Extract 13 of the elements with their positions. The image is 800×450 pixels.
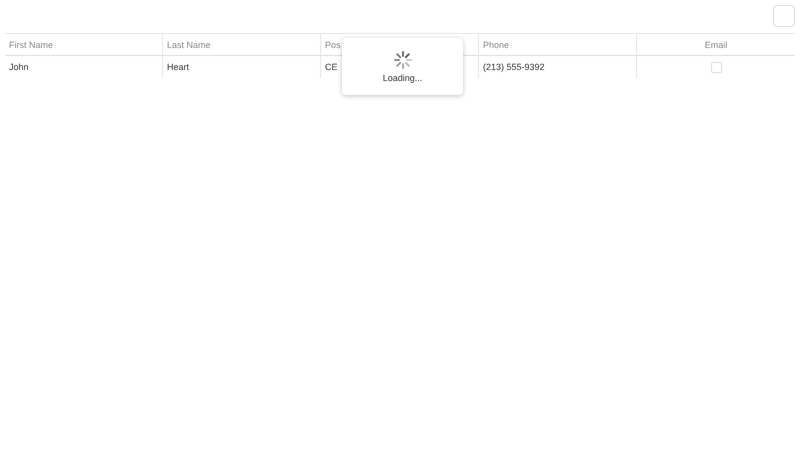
column-header: Email [704, 40, 728, 50]
column-header: Phone [483, 40, 510, 50]
table-cell: (213) 555-9392 [483, 62, 545, 72]
spinner-icon [394, 50, 412, 68]
email-checkbox[interactable] [710, 62, 722, 72]
table-cell: CE [325, 62, 338, 72]
column-header: Last Name [167, 40, 211, 50]
table-cell: John [9, 62, 29, 72]
menu-button[interactable] [773, 5, 795, 27]
table-cell: Heart [167, 62, 190, 72]
column-header: Pos [325, 40, 341, 50]
column-header: First Name [9, 40, 54, 50]
loading-text: Loading... [382, 72, 422, 82]
